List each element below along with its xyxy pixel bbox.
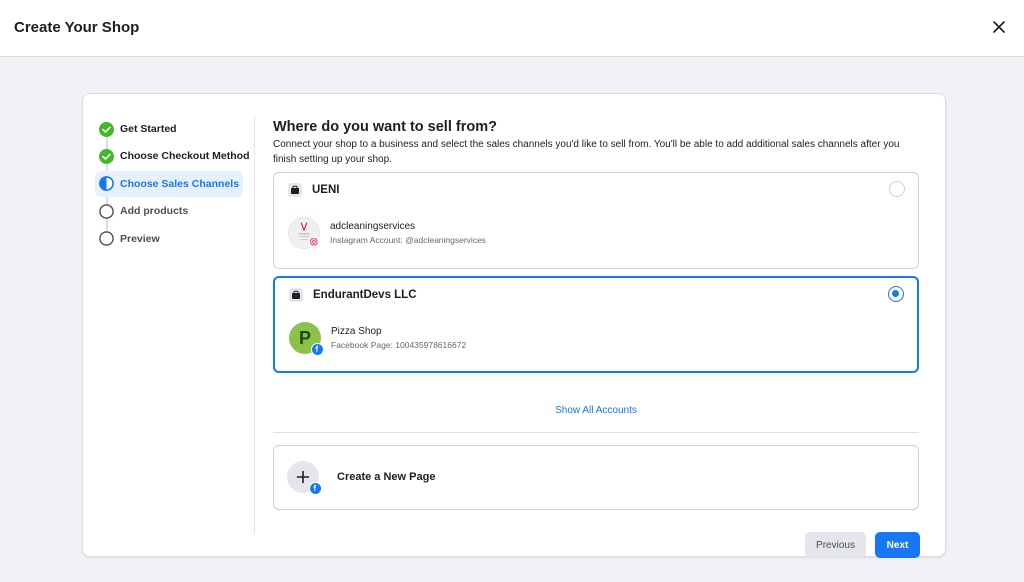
step-label: Add products	[120, 205, 189, 218]
channel-row: adcleaningservices Instagram Account: @a…	[288, 217, 487, 250]
business-name: EndurantDevs LLC	[313, 289, 417, 301]
plus-icon	[287, 461, 322, 495]
close-icon[interactable]	[990, 18, 1008, 36]
avatar: P	[289, 322, 324, 356]
empty-circle-icon	[99, 203, 114, 219]
section-heading: Where do you want to sell from?	[273, 119, 497, 135]
step-get-started[interactable]: Get Started	[95, 116, 255, 142]
check-circle-icon	[99, 148, 114, 164]
channel-detail: Facebook Page: 100435978616672	[331, 340, 467, 350]
previous-button[interactable]: Previous	[805, 532, 866, 558]
briefcase-icon	[289, 288, 303, 302]
next-button[interactable]: Next	[875, 532, 920, 558]
instagram-icon	[309, 237, 322, 250]
channel-detail: Instagram Account: @adcleaningservices	[330, 235, 487, 245]
step-label: Choose Sales Channels	[120, 177, 240, 190]
avatar-letter: P	[298, 327, 311, 348]
account-option-ueni[interactable]: UENI adcleaningservices Instagram Accoun…	[273, 172, 919, 269]
briefcase-icon	[288, 183, 302, 197]
business-name: UENI	[312, 184, 340, 196]
show-all-accounts-link[interactable]: Show All Accounts	[273, 405, 919, 416]
avatar	[288, 217, 322, 250]
step-choose-sales-channels[interactable]: Choose Sales Channels	[95, 170, 243, 197]
section-description: Connect your shop to a business and sele…	[273, 139, 900, 165]
step-label: Preview	[120, 232, 160, 245]
step-choose-checkout-method[interactable]: Choose Checkout Method	[95, 143, 255, 169]
sales-channel-panel: Where do you want to sell from? Connect …	[273, 118, 920, 558]
step-label: Get Started	[120, 123, 177, 135]
account-header: UENI	[288, 183, 339, 197]
facebook-icon	[311, 343, 324, 356]
channel-row: P Pizza Shop Facebook Page: 100435978616…	[289, 322, 467, 356]
step-add-products[interactable]: Add products	[95, 198, 255, 224]
top-bar: Create Your Shop	[0, 0, 1024, 57]
page-title: Create Your Shop	[14, 19, 140, 36]
horizontal-divider	[273, 432, 919, 433]
create-page-label: Create a New Page	[337, 471, 436, 483]
step-list: Get Started Choose Checkout Method Choos…	[95, 116, 255, 253]
account-header: EndurantDevs LLC	[289, 288, 417, 302]
channel-name: Pizza Shop	[331, 326, 382, 337]
empty-circle-icon	[99, 231, 114, 246]
step-label: Choose Checkout Method	[120, 150, 250, 163]
account-radio[interactable]	[889, 181, 905, 197]
half-circle-progress-icon	[99, 176, 114, 192]
channel-name: adcleaningservices	[330, 221, 416, 232]
step-preview[interactable]: Preview	[95, 226, 255, 252]
facebook-icon	[309, 482, 322, 495]
account-radio[interactable]	[888, 286, 904, 302]
create-new-page-option[interactable]: Create a New Page	[273, 445, 919, 510]
shop-setup-card: Get Started Choose Checkout Method Choos…	[82, 93, 946, 558]
vertical-divider	[254, 116, 255, 534]
check-circle-icon	[99, 121, 114, 137]
account-option-endurantdevs[interactable]: EndurantDevs LLC P Pizza Shop Facebook P…	[273, 276, 919, 373]
